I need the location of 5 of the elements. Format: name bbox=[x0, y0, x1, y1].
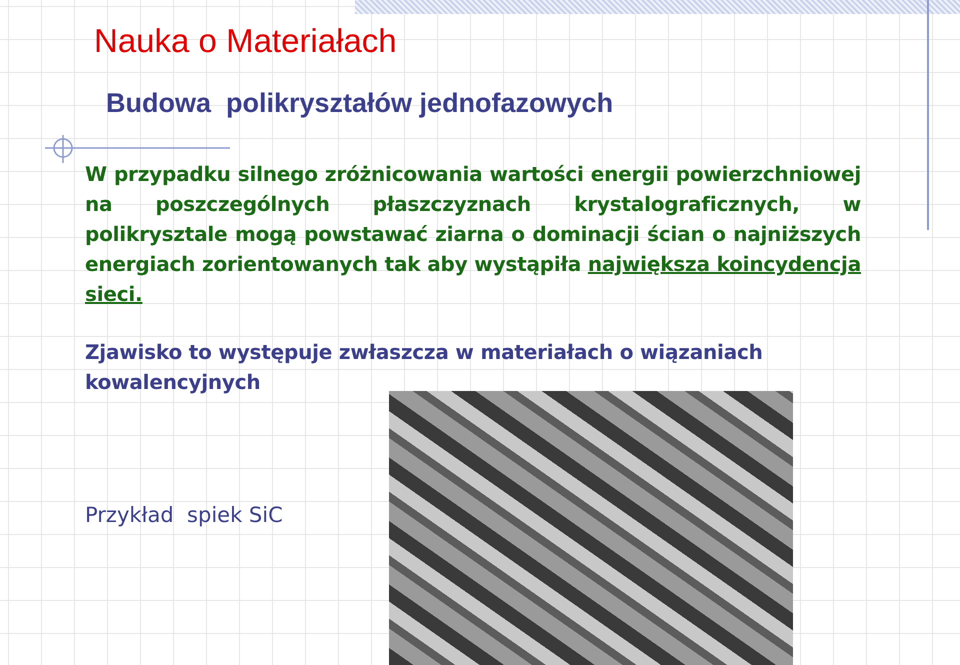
example-label: Przykład spiek SiC bbox=[85, 503, 284, 527]
body-paragraph: W przypadku silnego zróżnicowania wartości energii powierzchniowej na poszczególnych płaszczyznach krystalograficznych, w polikrysztale mogą powstawać ziarna o dominacji ścian o najniższych energiach zorientowanych tak aby wystąpiła największa koincydencja sieci. bbox=[85, 161, 861, 308]
note-paragraph: Zjawisko to występuje zwłaszcza w materiałach o wiązaniach kowalencyjnych bbox=[85, 339, 764, 396]
slide-subtitle: Budowa polikryształów jednofazowych bbox=[106, 88, 614, 119]
slide-title: Nauka o Materiałach bbox=[94, 22, 398, 60]
